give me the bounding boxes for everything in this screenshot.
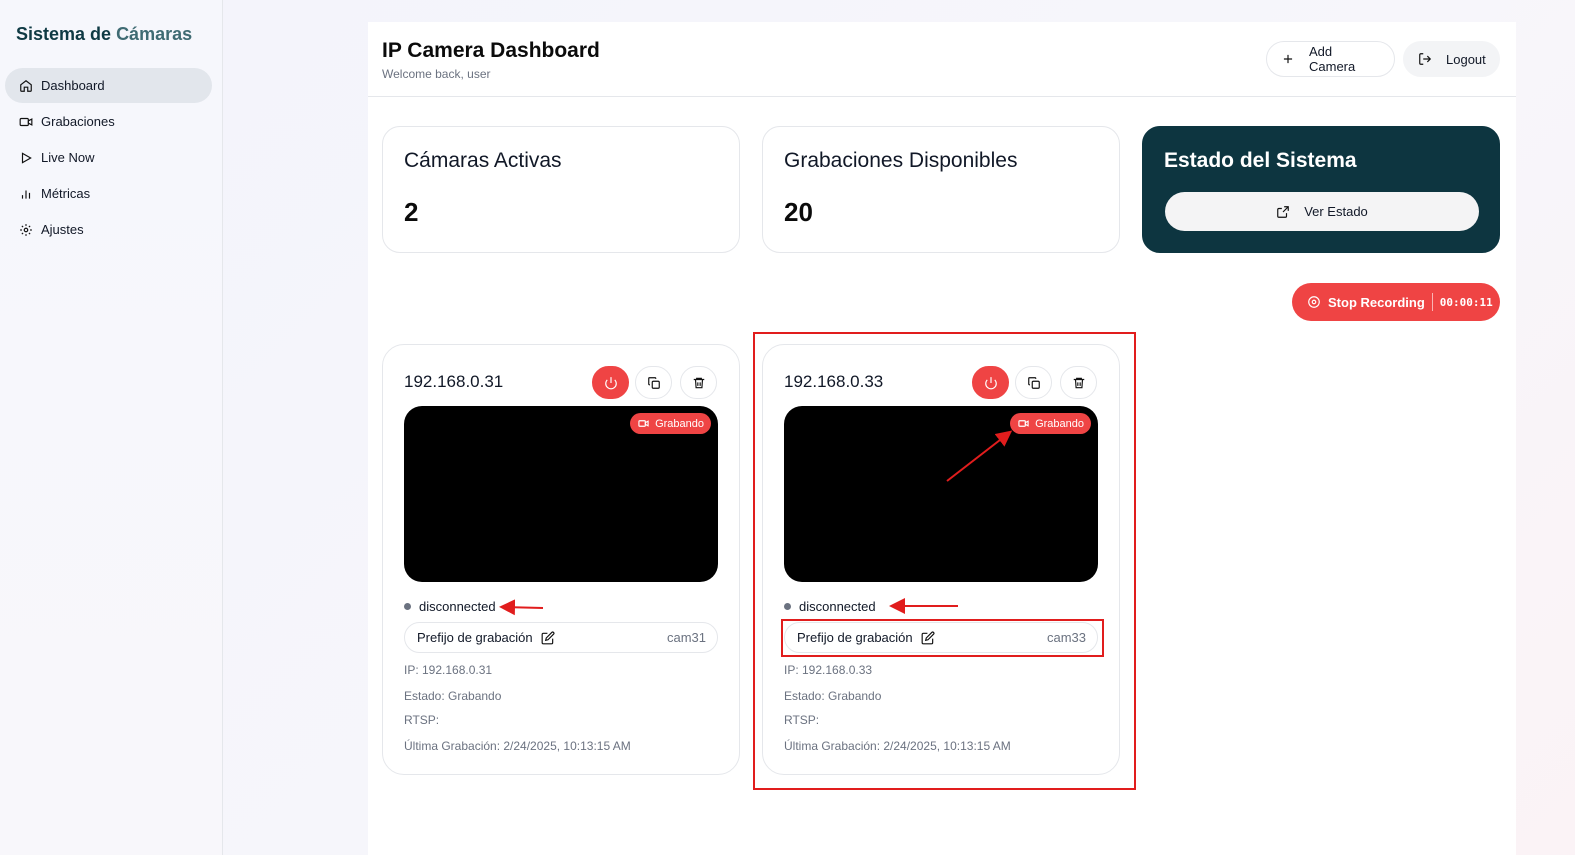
power-button[interactable] — [592, 366, 629, 399]
recording-badge-label: Grabando — [655, 417, 704, 430]
camera-ip-info: IP: 192.168.0.33 — [784, 663, 873, 677]
status-text: disconnected — [419, 599, 496, 614]
video-icon — [638, 418, 649, 429]
add-camera-button[interactable]: Add Camera — [1266, 41, 1395, 77]
delete-button[interactable] — [680, 366, 717, 399]
recording-prefix-field: Prefijo de grabación cam33 — [784, 622, 1098, 653]
video-preview[interactable]: Grabando — [784, 406, 1098, 582]
sidebar-item-metricas[interactable]: Métricas — [5, 176, 212, 211]
connection-status: disconnected — [784, 599, 876, 614]
active-cameras-label: Cámaras Activas — [404, 149, 562, 172]
copy-button[interactable] — [635, 366, 672, 399]
main-panel: IP Camera Dashboard Welcome back, user A… — [368, 22, 1516, 855]
prefix-value: cam33 — [1046, 630, 1086, 645]
power-icon — [984, 376, 997, 389]
camera-card: 192.168.0.31 Grabando disconnected Prefi… — [382, 344, 740, 775]
recording-timer: 00:00:11 — [1439, 295, 1493, 309]
sidebar-item-ajustes[interactable]: Ajustes — [5, 212, 212, 247]
sidebar-item-label: Ajustes — [41, 222, 84, 237]
active-cameras-card: Cámaras Activas 2 — [382, 126, 740, 253]
camera-state-info: Estado: Grabando — [404, 689, 502, 703]
sidebar-item-label: Grabaciones — [41, 114, 115, 129]
status-dot — [784, 603, 791, 610]
sidebar-item-label: Métricas — [41, 186, 91, 201]
logout-icon — [1418, 52, 1432, 66]
delete-button[interactable] — [1060, 366, 1097, 399]
prefix-label: Prefijo de grabación — [797, 630, 913, 645]
divider — [1431, 293, 1433, 311]
trash-icon — [1073, 377, 1084, 388]
camera-last-recording-info: Última Grabación: 2/24/2025, 10:13:15 AM — [404, 739, 631, 753]
prefix-label: Prefijo de grabación — [417, 630, 533, 645]
logout-label: Logout — [1446, 51, 1486, 67]
play-icon — [19, 151, 33, 165]
stop-recording-button[interactable]: Stop Recording 00:00:11 — [1292, 283, 1500, 321]
external-link-icon — [1276, 205, 1290, 219]
edit-icon[interactable] — [541, 631, 555, 645]
recordings-card: Grabaciones Disponibles 20 — [762, 126, 1120, 253]
system-status-card: Estado del Sistema Ver Estado — [1142, 126, 1500, 253]
bar-chart-icon — [19, 187, 33, 201]
page-header: IP Camera Dashboard Welcome back, user A… — [368, 22, 1516, 97]
view-status-button[interactable]: Ver Estado — [1165, 192, 1479, 231]
home-icon — [19, 79, 33, 93]
recordings-label: Grabaciones Disponibles — [784, 149, 1018, 172]
power-button[interactable] — [972, 366, 1009, 399]
welcome-text: Welcome back, user — [382, 67, 491, 81]
trash-icon — [693, 377, 704, 388]
copy-icon — [1027, 376, 1040, 389]
sidebar-item-dashboard[interactable]: Dashboard — [5, 68, 212, 103]
stop-recording-label: Stop Recording — [1328, 294, 1425, 310]
camera-state-info: Estado: Grabando — [784, 689, 882, 703]
camera-rtsp-info: RTSP: — [404, 713, 440, 727]
camera-card: 192.168.0.33 Grabando disconnected Prefi… — [762, 344, 1120, 775]
recording-badge-label: Grabando — [1035, 417, 1084, 430]
sidebar-item-label: Live Now — [41, 150, 95, 165]
camera-ip-title: 192.168.0.31 — [404, 372, 504, 391]
recordings-value: 20 — [784, 197, 813, 227]
connection-status: disconnected — [404, 599, 496, 614]
system-status-label: Estado del Sistema — [1164, 149, 1357, 172]
recording-prefix-field: Prefijo de grabación cam31 — [404, 622, 718, 653]
view-status-label: Ver Estado — [1304, 204, 1368, 219]
brand-title: Sistema de Cámaras — [16, 24, 192, 45]
recording-badge: Grabando — [630, 413, 711, 434]
camera-rtsp-info: RTSP: — [784, 713, 820, 727]
record-icon — [1307, 295, 1321, 309]
camera-last-recording-info: Última Grabación: 2/24/2025, 10:13:15 AM — [784, 739, 1011, 753]
brand-text-accent: Cámaras — [116, 24, 193, 44]
recording-badge: Grabando — [1010, 413, 1091, 434]
sidebar-item-label: Dashboard — [41, 78, 105, 93]
video-icon — [19, 115, 33, 129]
page-title: IP Camera Dashboard — [382, 39, 600, 62]
gear-icon — [19, 223, 33, 237]
sidebar-nav: Dashboard Grabaciones Live Now Métricas … — [5, 68, 212, 248]
logout-button[interactable]: Logout — [1403, 41, 1500, 77]
video-icon — [1018, 418, 1029, 429]
sidebar-item-grabaciones[interactable]: Grabaciones — [5, 104, 212, 139]
status-text: disconnected — [799, 599, 876, 614]
video-preview[interactable]: Grabando — [404, 406, 718, 582]
status-dot — [404, 603, 411, 610]
plus-icon — [1281, 52, 1295, 66]
edit-icon[interactable] — [921, 631, 935, 645]
copy-icon — [647, 376, 660, 389]
copy-button[interactable] — [1015, 366, 1052, 399]
brand-text-primary: Sistema de — [16, 24, 112, 44]
sidebar: Sistema de Cámaras Dashboard Grabaciones… — [0, 0, 223, 855]
active-cameras-value: 2 — [404, 197, 419, 227]
add-camera-label: Add Camera — [1309, 44, 1356, 74]
sidebar-item-live-now[interactable]: Live Now — [5, 140, 212, 175]
power-icon — [604, 376, 617, 389]
prefix-value: cam31 — [666, 630, 706, 645]
camera-ip-info: IP: 192.168.0.31 — [404, 663, 493, 677]
camera-ip-title: 192.168.0.33 — [784, 372, 884, 391]
